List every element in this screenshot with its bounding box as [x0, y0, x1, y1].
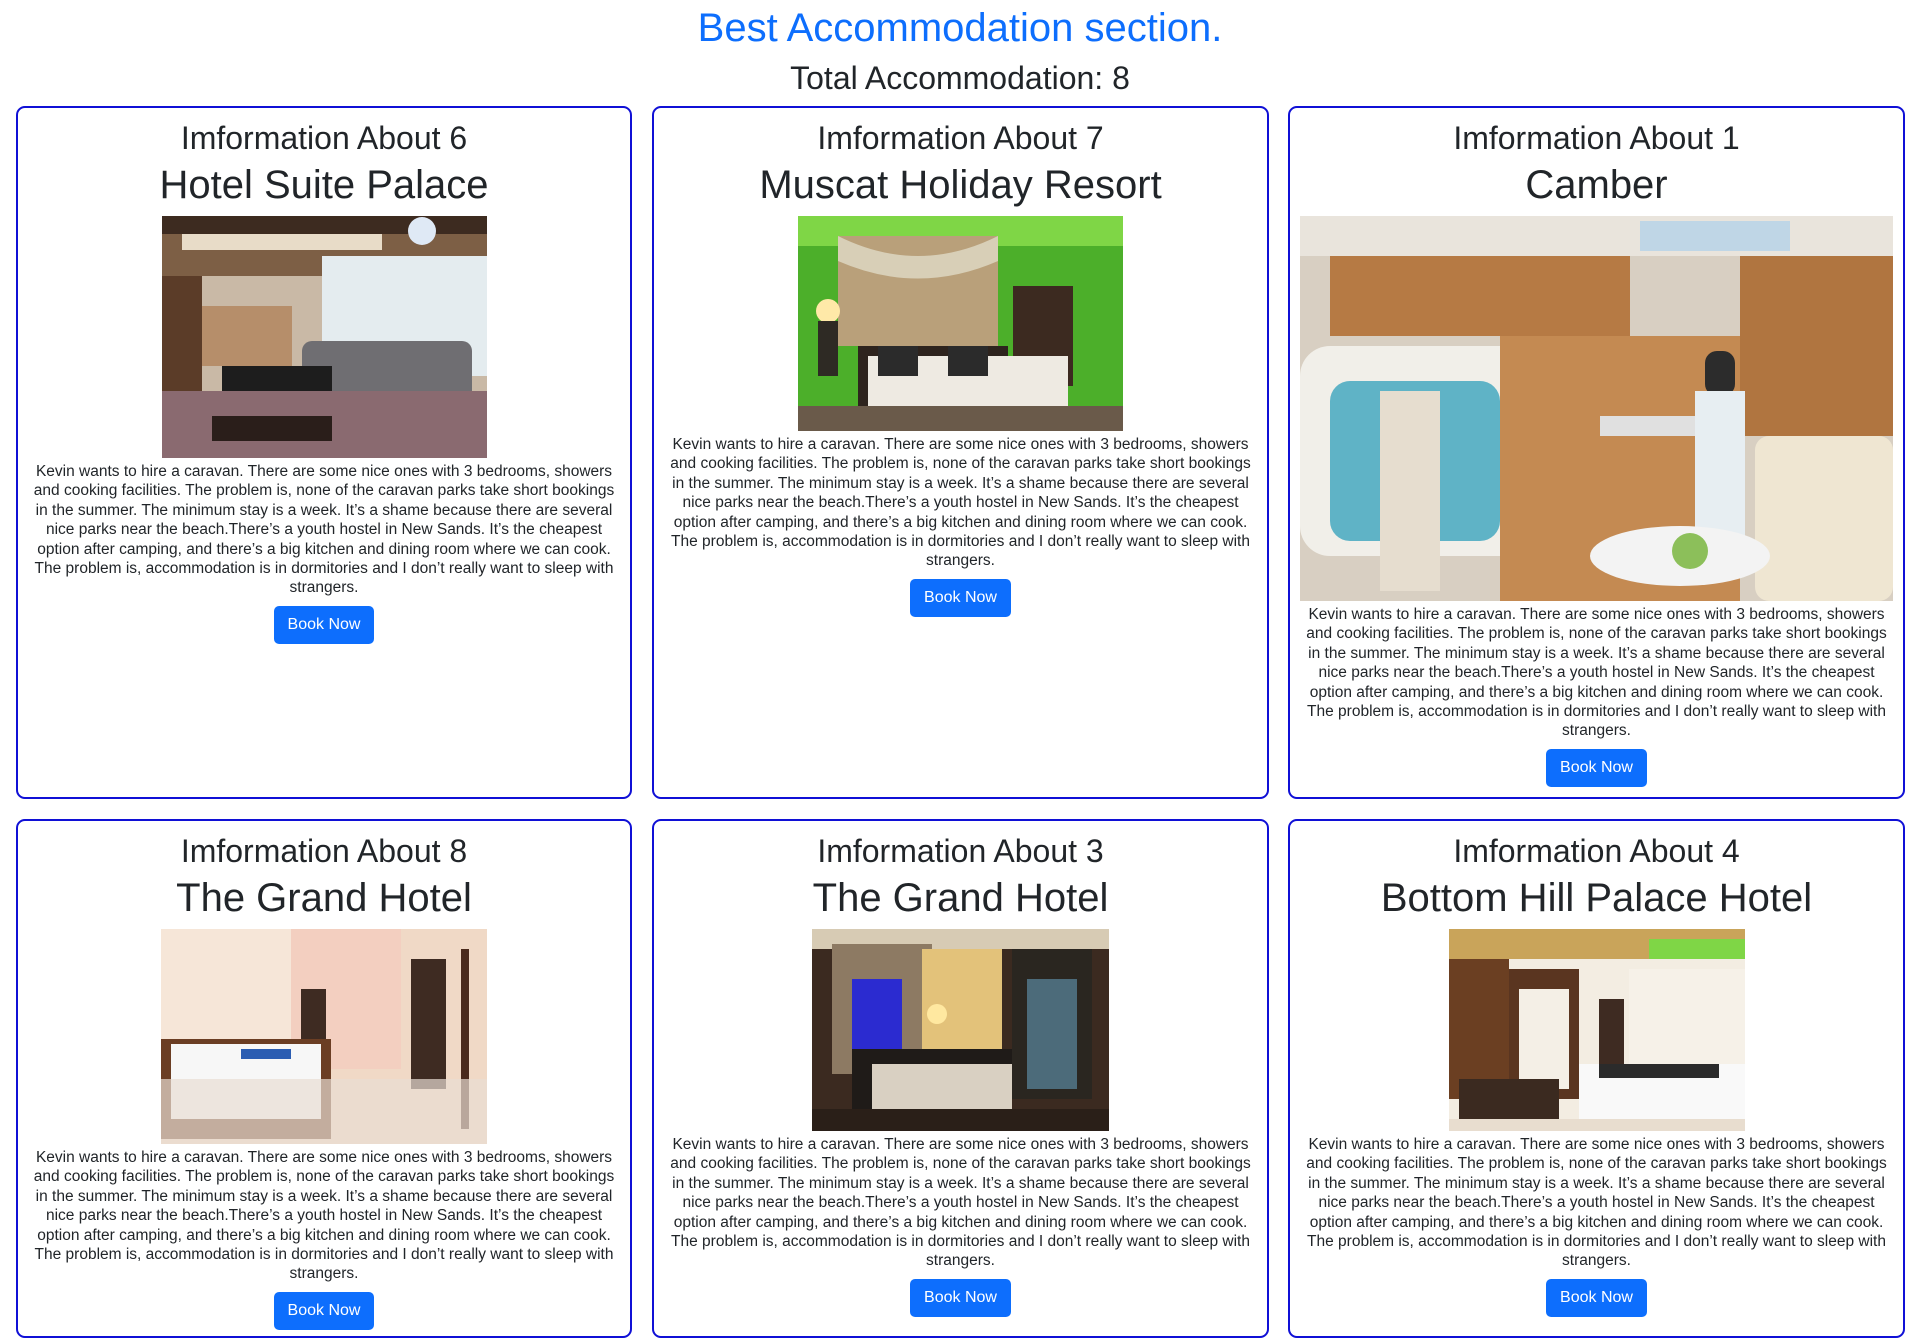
- book-now-button[interactable]: Book Now: [1546, 1278, 1647, 1317]
- card-description: Kevin wants to hire a caravan. There are…: [670, 1136, 1251, 1270]
- camper-photo: [1300, 216, 1893, 601]
- card-info-heading: Imformation About 7: [817, 120, 1104, 156]
- card-info-heading: Imformation About 8: [180, 833, 468, 869]
- card-hotel-name: Camber: [1525, 163, 1668, 207]
- total-accommodation-count: Total Accommodation: 8: [790, 60, 1130, 96]
- card-hotel-name: The Grand Hotel: [812, 876, 1109, 920]
- book-now-button[interactable]: Book Now: [273, 1291, 375, 1330]
- hotel-photo: [161, 929, 487, 1144]
- card-description: Kevin wants to hire a caravan. There are…: [1306, 1136, 1887, 1270]
- card-hotel-name: Muscat Holiday Resort: [759, 163, 1162, 207]
- card-description: Kevin wants to hire a caravan. There are…: [33, 1149, 615, 1283]
- hotel-photo: [161, 216, 487, 458]
- hotel-photo: [812, 929, 1109, 1131]
- book-now-button[interactable]: Book Now: [1546, 748, 1647, 787]
- card-info-heading: Imformation About 6: [180, 120, 468, 156]
- accommodation-card: Imformation About 8 The Grand Hotel Kevi…: [16, 819, 632, 1338]
- book-now-button[interactable]: Book Now: [910, 1278, 1011, 1317]
- accommodation-card: Imformation About 4 Bottom Hill Palace H…: [1288, 819, 1905, 1338]
- card-hotel-name: Bottom Hill Palace Hotel: [1380, 876, 1813, 920]
- accommodation-card: Imformation About 1 Camber Kevin wants t…: [1288, 106, 1905, 799]
- card-hotel-name: The Grand Hotel: [176, 876, 472, 920]
- page-title: Best Accommodation section.: [697, 6, 1223, 50]
- card-description: Kevin wants to hire a caravan. There are…: [33, 463, 615, 597]
- accommodation-card: Imformation About 3 The Grand Hotel Kevi…: [652, 819, 1269, 1338]
- card-info-heading: Imformation About 4: [1453, 833, 1740, 869]
- card-description: Kevin wants to hire a caravan. There are…: [1306, 606, 1887, 740]
- card-description: Kevin wants to hire a caravan. There are…: [670, 436, 1251, 570]
- hotel-photo: [1448, 929, 1745, 1131]
- accommodation-card: Imformation About 6 Hotel Suite Palace K…: [16, 106, 632, 799]
- book-now-button[interactable]: Book Now: [910, 578, 1011, 617]
- card-hotel-name: Hotel Suite Palace: [159, 163, 489, 207]
- hotel-photo: [798, 216, 1123, 431]
- card-info-heading: Imformation About 3: [817, 833, 1104, 869]
- book-now-button[interactable]: Book Now: [273, 605, 375, 644]
- accommodation-card: Imformation About 7 Muscat Holiday Resor…: [652, 106, 1269, 799]
- page: Best Accommodation section. Total Accomm…: [0, 0, 1920, 1343]
- card-info-heading: Imformation About 1: [1453, 120, 1740, 156]
